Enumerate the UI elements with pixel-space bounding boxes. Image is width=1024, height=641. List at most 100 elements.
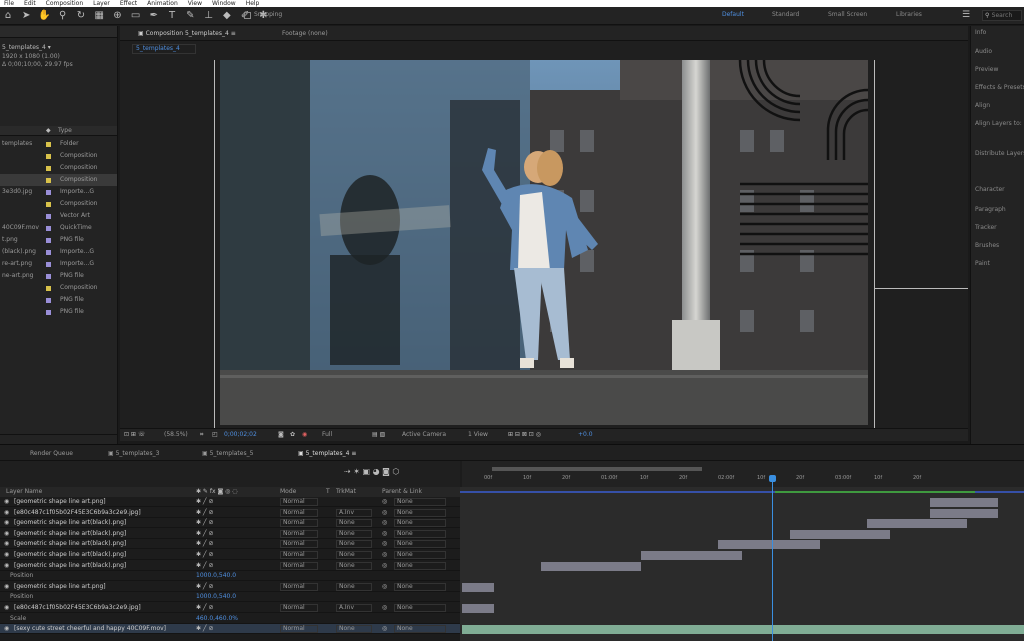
property-value[interactable]: 460.0,460.0% (196, 614, 238, 624)
layer-row[interactable]: ◉ [e80c487c1f05b02F45E3C6b9a3c2e9.jpg] ✱ ╱… (0, 508, 460, 518)
layer-switches-icon[interactable]: ✱ ╱ ⊘ (196, 561, 213, 571)
workspace-small-screen[interactable]: Small Screen (828, 11, 867, 18)
trkmat-header[interactable]: TrkMat (336, 487, 356, 497)
layer-row[interactable]: ◉ [e80c487c1f05b02F45E3C6b9a3c2e9.jpg] ✱ ╱… (0, 603, 460, 613)
layer-visibility-icon[interactable]: ◉ (4, 518, 9, 528)
hand-tool-icon[interactable]: ✋ (37, 9, 51, 23)
project-item[interactable]: PNG file (0, 294, 117, 306)
layer-row[interactable]: ◉ [geometric shape line art(black).png] ✱ … (0, 561, 460, 571)
footage-tab[interactable]: Footage (none) (282, 30, 328, 37)
layer-mode-dropdown[interactable]: Normal (280, 498, 318, 506)
layer-switches-icon[interactable]: ✱ ╱ ⊘ (196, 508, 213, 518)
menu-edit[interactable]: Edit (24, 0, 36, 7)
layer-trkmat-dropdown[interactable]: A.Inv (336, 508, 372, 517)
eraser-tool-icon[interactable]: ◆ (220, 9, 234, 23)
layer-row[interactable]: ◉ [geometric shape line art(black).png] ✱ … (0, 518, 460, 529)
panel-tracker[interactable]: Tracker (975, 224, 997, 231)
layer-duration-bar[interactable] (867, 519, 967, 529)
layer-mode-dropdown[interactable]: Normal (280, 561, 318, 570)
layer-visibility-icon[interactable]: ◉ (4, 539, 9, 549)
layer-duration-bar[interactable] (930, 498, 998, 507)
workspace-libraries[interactable]: Libraries (896, 11, 922, 18)
project-item[interactable]: Composition (0, 282, 117, 294)
parent-pickwhip-icon[interactable]: ◎ (382, 529, 387, 539)
rotate-tool-icon[interactable]: ↻ (74, 9, 88, 23)
menu-file[interactable]: File (4, 0, 14, 7)
work-area-bar[interactable] (492, 467, 702, 471)
layer-switches-icon[interactable]: ✱ ╱ ⊘ (196, 603, 213, 613)
layer-trkmat-dropdown[interactable]: None (336, 551, 372, 559)
resolution-dropdown[interactable]: Full (322, 429, 332, 441)
exposure-field[interactable]: +0.0 (578, 429, 593, 441)
layer-row[interactable]: ◉ [geometric shape line art(black).png] ✱ … (0, 550, 460, 560)
parent-header[interactable]: Parent & Link (382, 487, 422, 497)
layer-mode-dropdown[interactable]: Normal (280, 551, 318, 559)
menu-effect[interactable]: Effect (120, 0, 137, 7)
layer-row[interactable]: ◉ [geometric shape line art(black).png] ✱ … (0, 539, 460, 550)
layer-duration-bar[interactable] (718, 540, 820, 550)
layer-mode-dropdown[interactable]: Normal (280, 508, 318, 517)
brush-tool-icon[interactable]: ✎ (183, 9, 197, 23)
layer-property-row[interactable]: Scale 460.0,460.0% (0, 614, 460, 624)
color-icon[interactable]: ✿ (290, 429, 295, 441)
home-icon[interactable]: ⌂ (1, 9, 15, 23)
mode-header[interactable]: Mode (280, 487, 296, 497)
layer-visibility-icon[interactable]: ◉ (4, 550, 9, 560)
tab-templates-4[interactable]: ▣ 5_templates_4 ≡ (298, 450, 356, 457)
tab-render-queue[interactable]: Render Queue (30, 450, 73, 457)
project-item[interactable]: PNG file (0, 306, 117, 318)
selection-tool-icon[interactable]: ➤ (19, 9, 33, 23)
zoom-dropdown[interactable]: (58.5%) (164, 429, 188, 441)
layer-name-header[interactable]: Layer Name (6, 487, 42, 497)
camera-tool-icon[interactable]: ▦ (92, 9, 106, 23)
property-value[interactable]: 1000.0,540.0 (196, 592, 236, 602)
layer-visibility-icon[interactable]: ◉ (4, 508, 9, 518)
layer-duration-bar[interactable] (930, 508, 998, 518)
layer-parent-dropdown[interactable]: None (394, 529, 446, 538)
layer-visibility-icon[interactable]: ◉ (4, 624, 9, 634)
zoom-tool-icon[interactable]: ⚲ (56, 9, 70, 23)
parent-pickwhip-icon[interactable]: ◎ (382, 497, 387, 507)
parent-pickwhip-icon[interactable]: ◎ (382, 603, 387, 613)
time-ruler[interactable]: 00f 10f 20f 01:00f 10f 20f 02:00f 10f 20f 03:00f 1… (462, 461, 1024, 487)
panel-distribute-layers[interactable]: Distribute Layers (975, 150, 1024, 157)
menu-layer[interactable]: Layer (93, 0, 110, 7)
project-item[interactable]: re-art.png Importe...G (0, 258, 117, 270)
views-dropdown[interactable]: 1 View (468, 429, 488, 441)
layer-switches-icon[interactable]: ✱ ╱ ⊘ (196, 624, 213, 634)
panel-audio[interactable]: Audio (975, 48, 992, 55)
layer-parent-dropdown[interactable]: None (394, 625, 446, 634)
layer-visibility-icon[interactable]: ◉ (4, 561, 9, 571)
menu-window[interactable]: Window (212, 0, 236, 7)
layer-trkmat-dropdown[interactable]: A.Inv (336, 604, 372, 612)
panel-effects-presets[interactable]: Effects & Presets (975, 84, 1024, 91)
project-item[interactable]: ne-art.png PNG file (0, 270, 117, 282)
menu-animation[interactable]: Animation (147, 0, 178, 7)
viewer-options-icon[interactable]: ⊡ ⊞ ☏ (124, 429, 145, 441)
layer-switches-icon[interactable]: ✱ ╱ ⊘ (196, 529, 213, 539)
layer-duration-bar[interactable] (541, 561, 641, 571)
layer-duration-bar[interactable] (790, 529, 890, 539)
layer-duration-bar[interactable] (462, 625, 1024, 635)
layer-row[interactable]: ◉ [sexy cute street cheerful and happy 40… (0, 624, 460, 635)
parent-pickwhip-icon[interactable]: ◎ (382, 624, 387, 634)
layer-row[interactable]: ◉ [geometric shape line art.png] ✱ ╱ ⊘ Norm… (0, 582, 460, 592)
layer-parent-dropdown[interactable]: None (394, 551, 446, 559)
panel-character[interactable]: Character (975, 186, 1005, 193)
panel-preview[interactable]: Preview (975, 66, 998, 73)
layer-trkmat-dropdown[interactable]: None (336, 540, 372, 549)
layer-trkmat-dropdown[interactable] (336, 498, 372, 506)
project-item[interactable]: Composition (0, 150, 117, 162)
layer-switches-icon[interactable]: ✱ ╱ ⊘ (196, 582, 213, 592)
project-item[interactable]: 3e3d0.jpg Importe...G (0, 186, 117, 198)
layer-mode-dropdown[interactable]: Normal (280, 625, 318, 634)
layer-duration-bar[interactable] (462, 604, 494, 613)
layer-trkmat-dropdown[interactable]: None (336, 625, 372, 634)
layer-duration-bar[interactable] (462, 582, 494, 592)
tab-templates-5[interactable]: ▣ 5_templates_5 (202, 450, 253, 457)
workspace-standard[interactable]: Standard (772, 11, 799, 18)
layer-row[interactable]: ◉ [geometric shape line art.png] ✱ ╱ ⊘ Norm… (0, 497, 460, 507)
project-item[interactable]: (black).png Importe...G (0, 246, 117, 258)
tab-templates-3[interactable]: ▣ 5_templates_3 (108, 450, 159, 457)
pan-behind-icon[interactable]: ⊕ (110, 9, 124, 23)
